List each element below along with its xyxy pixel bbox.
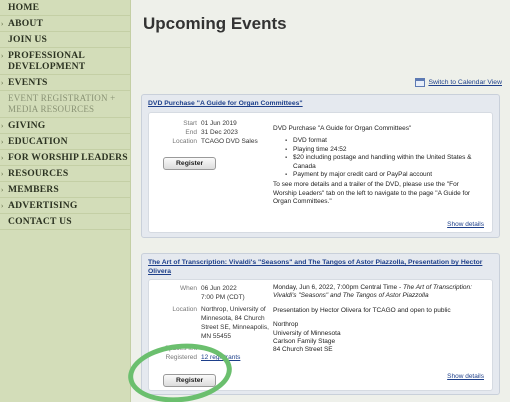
address-line: Northrop (273, 321, 299, 329)
main-content: Upcoming Events Switch to Calendar View … (131, 0, 510, 402)
event-card: DVD Purchase "A Guide for Organ Committe… (141, 94, 500, 238)
sidebar-item-label: ABOUT (8, 18, 44, 29)
event-description: Monday, Jun 6, 2022, 7:00pm Central Time… (273, 284, 484, 355)
feature-item: Payment by major credit card or PayPal a… (285, 171, 484, 180)
switch-calendar-link[interactable]: Switch to Calendar View (415, 78, 502, 87)
feature-item: DVD format (285, 137, 484, 146)
meta-location: Location Northrop, University of Minneso… (172, 306, 269, 340)
sidebar-item-label: ADVERTISING (8, 200, 78, 211)
meta-spaces: Spaces left (164, 345, 197, 352)
feature-item: $20 including postage and handling withi… (285, 154, 484, 171)
sidebar-item-label: RESOURCES (8, 168, 69, 179)
sidebar-item-label: PROFESSIONAL DEVELOPMENT (8, 50, 86, 72)
venue-address: Northrop University of Minnesota Carlson F… (273, 321, 484, 355)
event-meta: When 06 Jun 2022 7:00 PM (CDT) Location … (155, 284, 271, 362)
show-details-link[interactable]: Show details (447, 221, 484, 228)
page-title: Upcoming Events (143, 14, 287, 33)
sidebar-item-label: FOR WORSHIP LEADERS (8, 152, 128, 163)
sidebar-item[interactable]: JOIN US (0, 32, 130, 48)
chevron-right-icon: › (1, 122, 4, 130)
sidebar-item-label: CONTACT US (8, 216, 72, 227)
chevron-right-icon: › (1, 20, 4, 28)
sidebar-item[interactable]: › FOR WORSHIP LEADERS (0, 150, 130, 166)
chevron-right-icon: › (1, 52, 4, 60)
sidebar-item-label: EVENTS (8, 77, 48, 88)
chevron-right-icon: › (1, 202, 4, 210)
sidebar-item-label: EDUCATION (8, 136, 68, 147)
meta-end: End 31 Dec 2023 (185, 129, 238, 136)
sidebar-item[interactable]: › GIVING (0, 118, 130, 134)
event-title-link[interactable]: The Art of Transcription: Vivaldi's "Sea… (142, 254, 499, 280)
sidebar-item[interactable]: › RESOURCES (0, 166, 130, 182)
sidebar-nav: HOME › ABOUT JOIN US › PROFESSIONAL DEVELOPME… (0, 0, 131, 402)
chevron-right-icon: › (1, 138, 4, 146)
show-details-link[interactable]: Show details (447, 373, 484, 380)
chevron-right-icon: › (1, 79, 4, 87)
sidebar-item[interactable]: › EVENTS (0, 75, 130, 91)
address-line: Carlson Family Stage (273, 338, 336, 346)
register-button[interactable]: Register (163, 374, 217, 387)
switch-calendar-label: Switch to Calendar View (428, 79, 502, 86)
sidebar-item-label: MEMBERS (8, 184, 59, 195)
sidebar-item-label: EVENT REGISTRATION + MEDIA RESOURCES (8, 93, 116, 114)
meta-registered: Registered 12 registrants (155, 353, 271, 362)
sidebar-item[interactable]: › ABOUT (0, 16, 130, 32)
feature-list: DVD formatPlaying time 24:52$20 includin… (285, 137, 484, 179)
feature-item: Playing time 24:52 (285, 146, 484, 155)
event-card: The Art of Transcription: Vivaldi's "Sea… (141, 253, 500, 395)
description-footer: To see more details and a trailer of the… (273, 181, 471, 206)
event-description: DVD Purchase "A Guide for Organ Committe… (273, 125, 484, 207)
nav-list: HOME › ABOUT JOIN US › PROFESSIONAL DEVELOPME… (0, 0, 130, 230)
address-line: University of Minnesota (273, 329, 341, 337)
meta-when: When 06 Jun 2022 7:00 PM (CDT) (180, 285, 245, 301)
description-line: Presentation by Hector Olivera for TCAGO… (273, 306, 451, 314)
chevron-right-icon: › (1, 170, 4, 178)
meta-start: Start 01 Jun 2019 (183, 120, 237, 127)
calendar-icon (415, 78, 426, 87)
register-button[interactable]: Register (163, 157, 217, 170)
registrants-link[interactable]: 12 registrants (201, 353, 271, 362)
sidebar-item[interactable]: › EDUCATION (0, 134, 130, 150)
event-body: Start 01 Jun 2019 End 31 Dec 2023 Locati… (148, 112, 493, 233)
sidebar-item[interactable]: › PROFESSIONAL DEVELOPMENT (0, 48, 130, 75)
sidebar-item[interactable]: HOME (0, 0, 130, 16)
chevron-right-icon: › (1, 154, 4, 162)
meta-location: Location TCAGO DVD Sales (172, 138, 258, 145)
description-line: Monday, Jun 6, 2022, 7:00pm Central Time… (273, 284, 472, 300)
address-line: 84 Church Street SE (273, 346, 333, 354)
description-heading: DVD Purchase "A Guide for Organ Committe… (273, 125, 412, 132)
sidebar-item[interactable]: CONTACT US (0, 214, 130, 230)
event-title-link[interactable]: DVD Purchase "A Guide for Organ Committe… (142, 95, 499, 112)
chevron-right-icon: › (1, 186, 4, 194)
sidebar-item-label: JOIN US (8, 34, 47, 45)
sidebar-item[interactable]: EVENT REGISTRATION + MEDIA RESOURCES (0, 91, 130, 118)
sidebar-item-label: HOME (8, 2, 40, 13)
sidebar-item-label: GIVING (8, 120, 46, 131)
sidebar-item[interactable]: › MEMBERS (0, 182, 130, 198)
event-body: When 06 Jun 2022 7:00 PM (CDT) Location … (148, 279, 493, 391)
event-meta: Start 01 Jun 2019 End 31 Dec 2023 Locati… (155, 119, 271, 146)
sidebar-item[interactable]: › ADVERTISING (0, 198, 130, 214)
